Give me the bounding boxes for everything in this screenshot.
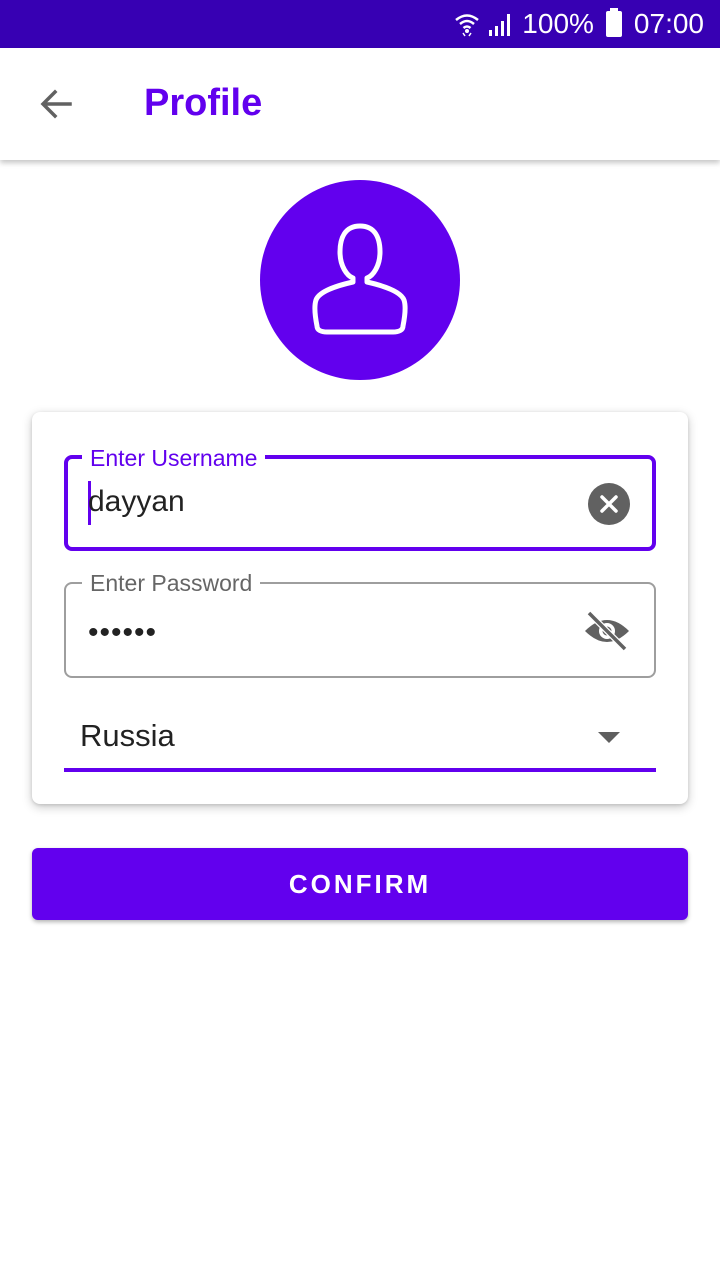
person-icon <box>312 223 408 335</box>
wifi-icon <box>454 11 480 37</box>
username-field[interactable]: Enter Username dayyan <box>64 444 656 551</box>
back-button[interactable] <box>30 78 82 130</box>
visibility-off-icon <box>585 611 629 651</box>
battery-percent: 100% <box>522 8 594 39</box>
clock: 07:00 <box>633 8 704 39</box>
username-label: Enter Username <box>82 444 266 472</box>
country-selected: Russia <box>80 718 175 753</box>
page-title: Profile <box>144 82 263 124</box>
dropdown-arrow-icon <box>598 732 620 743</box>
toggle-visibility-button[interactable] <box>582 606 632 656</box>
avatar[interactable] <box>260 180 460 380</box>
password-label: Enter Password <box>82 569 261 597</box>
confirm-button[interactable]: CONFIRM <box>32 848 688 920</box>
status-bar: 100% 07:00 <box>0 0 720 48</box>
arrow-back-icon <box>40 89 72 119</box>
app-bar: Profile <box>0 48 720 160</box>
username-input[interactable]: dayyan <box>88 485 185 519</box>
clear-icon <box>600 495 618 513</box>
country-select[interactable]: Russia <box>64 702 656 772</box>
password-field[interactable]: Enter Password •••••• <box>64 569 656 678</box>
signal-icon <box>488 12 514 36</box>
battery-icon <box>605 8 622 37</box>
form-card: Enter Username dayyan Enter Password •••… <box>32 412 688 804</box>
clear-button[interactable] <box>588 483 630 525</box>
password-input[interactable]: •••••• <box>88 616 157 650</box>
